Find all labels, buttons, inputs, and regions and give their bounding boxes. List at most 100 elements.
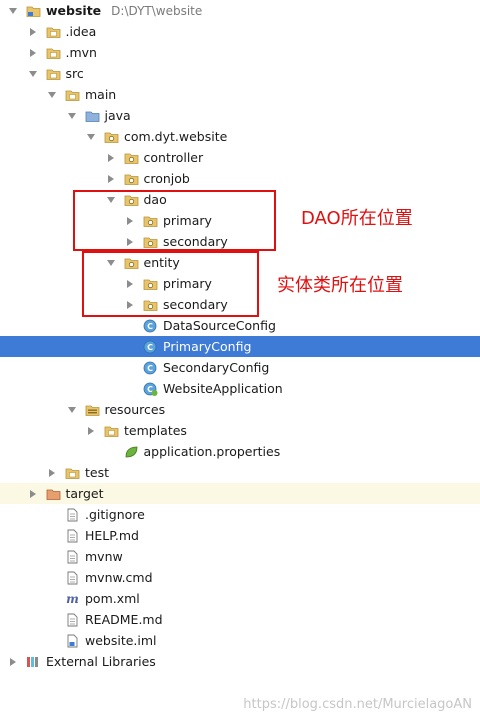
dao-highlight-box [73,190,276,251]
tree-node-label: External Libraries [46,654,156,669]
folder-icon [65,466,80,480]
tree-node-label: website [46,3,102,18]
tree-node[interactable]: C WebsiteApplication [0,378,480,399]
tree-node-label: PrimaryConfig [163,339,252,354]
tree-node-label: src [65,66,84,81]
folder-icon [46,25,61,39]
tree-node-label: .idea [65,24,97,39]
watermark: https://blog.csdn.net/MurcielagoAN [243,697,472,712]
folder-icon [46,46,61,60]
spring-properties-icon [124,445,139,459]
maven-icon: m [65,592,80,606]
tree-node-label: README.md [85,612,163,627]
tree-node-label: .mvn [65,45,97,60]
tree-node-label: main [85,87,117,102]
chevron-right-icon[interactable] [8,657,18,667]
spring-boot-class-icon: C [143,382,158,396]
tree-node-label: HELP.md [85,528,139,543]
package-icon [124,151,139,165]
iml-file-icon [65,634,80,648]
tree-node[interactable]: m pom.xml [0,588,480,609]
chevron-right-icon[interactable] [106,153,116,163]
tree-node-label: pom.xml [85,591,140,606]
resources-folder-icon [85,403,100,417]
tree-node[interactable]: README.md [0,609,480,630]
text-file-icon [65,529,80,543]
package-icon [104,130,119,144]
tree-node[interactable]: test [0,462,480,483]
chevron-right-icon[interactable] [106,174,116,184]
java-class-icon: C [143,340,158,354]
tree-node-label: java [104,108,131,123]
tree-node-label: .gitignore [85,507,145,522]
tree-node[interactable]: templates [0,420,480,441]
tree-node-path: D:\DYT\website [111,3,203,18]
tree-node[interactable]: mvnw.cmd [0,567,480,588]
tree-node[interactable]: .mvn [0,42,480,63]
folder-icon [104,424,119,438]
svg-text:C: C [147,343,153,352]
package-icon [124,172,139,186]
tree-node[interactable]: mvnw [0,546,480,567]
tree-node[interactable]: resources [0,399,480,420]
tree-node[interactable]: target [0,483,480,504]
tree-node-label: website.iml [85,633,157,648]
tree-node[interactable]: .gitignore [0,504,480,525]
chevron-right-icon[interactable] [28,48,38,58]
tree-node[interactable]: C SecondaryConfig [0,357,480,378]
tree-node[interactable]: website D:\DYT\website [0,0,480,21]
chevron-down-icon[interactable] [8,6,18,16]
excluded-folder-icon [46,487,61,501]
entity-highlight-box [82,251,259,317]
tree-node[interactable]: com.dyt.website [0,126,480,147]
tree-node-label: cronjob [143,171,190,186]
svg-text:m: m [66,592,79,606]
tree-node[interactable]: src [0,63,480,84]
dao-annotation: DAO所在位置 [301,208,413,229]
chevron-down-icon[interactable] [67,111,77,121]
tree-node-label: mvnw [85,549,123,564]
tree-node-label: resources [104,402,166,417]
tree-node[interactable]: java [0,105,480,126]
tree-node[interactable]: C DataSourceConfig [0,315,480,336]
tree-node[interactable]: application.properties [0,441,480,462]
tree-node[interactable]: website.iml [0,630,480,651]
tree-node-label: WebsiteApplication [163,381,283,396]
tree-node[interactable]: C PrimaryConfig [0,336,480,357]
tree-node[interactable]: HELP.md [0,525,480,546]
tree-node[interactable]: External Libraries [0,651,480,672]
tree-node[interactable]: .idea [0,21,480,42]
tree-node[interactable]: controller [0,147,480,168]
chevron-right-icon[interactable] [86,426,96,436]
chevron-right-icon[interactable] [28,27,38,37]
chevron-down-icon[interactable] [28,69,38,79]
tree-node[interactable]: main [0,84,480,105]
source-folder-icon [85,109,100,123]
tree-node-label: application.properties [143,444,281,459]
text-file-icon [65,550,80,564]
java-class-icon: C [143,319,158,333]
chevron-down-icon[interactable] [67,405,77,415]
svg-text:C: C [147,364,153,373]
tree-node-label: mvnw.cmd [85,570,153,585]
tree-node-label: com.dyt.website [124,129,228,144]
tree-node-label: test [85,465,110,480]
folder-icon [65,88,80,102]
text-file-icon [65,508,80,522]
tree-node-label: SecondaryConfig [163,360,270,375]
libraries-icon [26,655,41,669]
chevron-right-icon[interactable] [47,468,57,478]
module-folder-icon [26,4,41,18]
svg-text:C: C [147,322,153,331]
chevron-right-icon[interactable] [28,489,38,499]
tree-node-label: target [65,486,104,501]
chevron-down-icon[interactable] [47,90,57,100]
tree-node-label: DataSourceConfig [163,318,276,333]
tree-node-label: controller [143,150,204,165]
chevron-down-icon[interactable] [86,132,96,142]
folder-icon [46,67,61,81]
java-class-icon: C [143,361,158,375]
tree-node[interactable]: cronjob [0,168,480,189]
text-file-icon [65,571,80,585]
entity-annotation: 实体类所在位置 [277,275,403,296]
